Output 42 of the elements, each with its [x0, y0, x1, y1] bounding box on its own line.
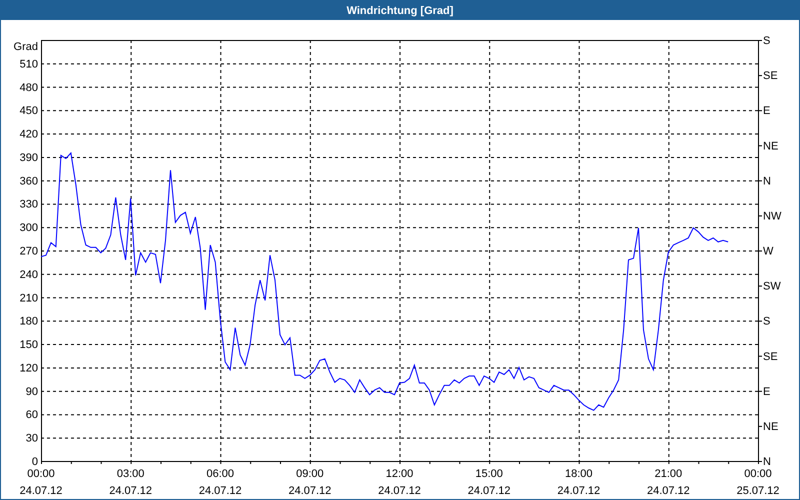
y-tick-label: 240 [20, 268, 38, 281]
y-tick-label: 30 [26, 432, 38, 445]
right-tick-label: N [763, 175, 771, 188]
right-tick-label: SW [763, 280, 781, 293]
y-tick-label: 90 [26, 386, 38, 398]
y-tick-label: 0 [32, 456, 38, 468]
y-tick-label: 150 [20, 339, 38, 352]
right-tick-label: E [763, 105, 770, 118]
y-tick-label: 120 [20, 362, 38, 374]
x-tick-label: 12:00 24.07.12 [378, 468, 421, 497]
x-tick-label: 15:00 24.07.12 [468, 468, 511, 497]
y-axis-label: Grad [14, 41, 38, 53]
right-tick-label: SE [763, 70, 778, 82]
right-tick-label: S [763, 316, 770, 328]
x-tick-label: 09:00 24.07.12 [288, 468, 332, 497]
right-tick-label: N [763, 456, 771, 468]
window-title: Windrichtung [Grad] [1, 1, 799, 20]
y-tick-label: 330 [20, 198, 38, 211]
y-tick-label: 420 [20, 128, 38, 141]
y-tick-label: 480 [20, 82, 38, 94]
x-tick-label: 00:00 24.07.12 [20, 468, 62, 497]
right-tick-label: E [763, 386, 770, 398]
x-tick-label: 03:00 24.07.12 [109, 468, 152, 497]
y-tick-label: 180 [20, 316, 38, 328]
right-tick-label: S [763, 35, 770, 47]
y-tick-label: 300 [20, 222, 38, 234]
y-tick-label: 360 [20, 175, 38, 188]
y-tick-label: 270 [20, 246, 38, 258]
x-tick-label: 00:00 25.07.12 [736, 468, 780, 497]
y-tick-label: 390 [20, 152, 38, 164]
right-tick-label: NW [763, 210, 782, 222]
y-tick-label: 510 [20, 58, 38, 70]
right-tick-label: SE [763, 350, 778, 363]
y-tick-label: 210 [20, 292, 38, 304]
right-tick-label: NE [763, 140, 778, 152]
right-tick-label: W [763, 246, 774, 258]
right-tick-label: NE [763, 420, 778, 433]
x-tick-label: 18:00 24.07.12 [557, 468, 600, 497]
y-tick-label: 450 [20, 105, 38, 118]
y-tick-label: 60 [26, 409, 38, 422]
x-tick-label: 06:00 24.07.12 [198, 468, 242, 497]
x-tick-label: 21:00 24.07.12 [646, 468, 690, 497]
